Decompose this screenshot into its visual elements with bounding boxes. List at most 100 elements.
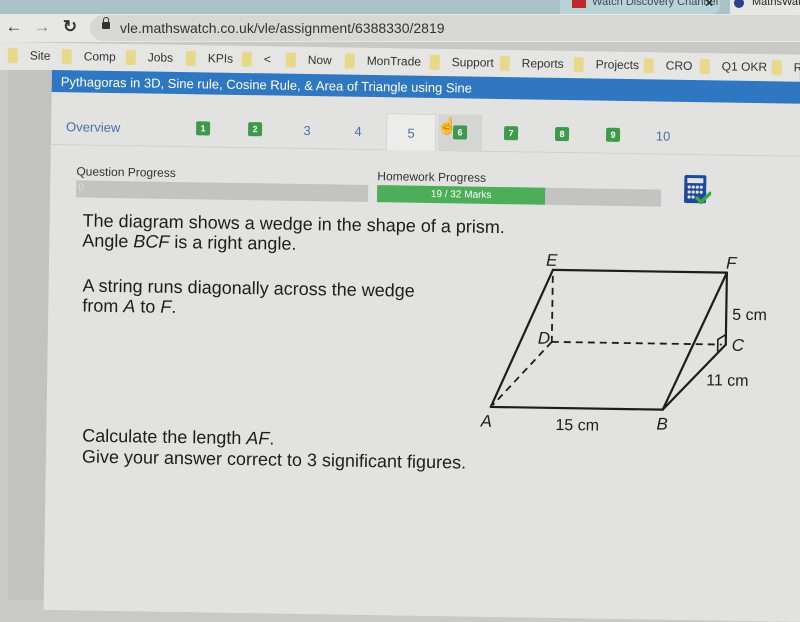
folder-icon	[499, 55, 510, 71]
homework-progress-bar: 19 / 32 Marks	[376, 185, 662, 207]
label-b: B	[656, 415, 668, 434]
question-completed-badge: 8	[554, 126, 570, 142]
bookmark-item[interactable]: <	[241, 50, 271, 68]
label-c: C	[732, 336, 745, 355]
question-tab-9[interactable]: 9	[591, 116, 636, 153]
bookmark-label: Support	[451, 55, 494, 70]
bookmark-label: KPIs	[207, 51, 234, 66]
question-tab-3[interactable]: 3	[285, 112, 330, 149]
question-completed-badge: 9	[605, 127, 621, 142]
bookmark-label: Projects	[595, 57, 640, 73]
edge-dc-hidden	[551, 340, 722, 346]
tab-title: Watch Discovery Channel	[592, 0, 719, 8]
bookmark-label: Jobs	[147, 50, 174, 65]
assignment-page: Pythagoras in 3D, Sine rule, Cosine Rule…	[43, 70, 800, 622]
text: .	[171, 296, 177, 317]
edge-ed-hidden	[550, 275, 554, 342]
lock-icon[interactable]	[102, 17, 110, 29]
bookmark-item[interactable]: Reports	[499, 54, 564, 73]
bookmark-label: <	[263, 52, 271, 67]
discovery-favicon-icon	[572, 0, 586, 8]
homework-progress-label: Homework Progress	[377, 169, 487, 185]
bookmark-item[interactable]: Jobs	[125, 48, 174, 67]
question-tab-4[interactable]: 4	[336, 112, 381, 149]
edge-ab	[489, 405, 664, 411]
homework-progress-value: 19 / 32 Marks	[430, 188, 492, 201]
question-tab-5[interactable]: 5	[385, 113, 437, 152]
segment-name: AF	[246, 428, 270, 449]
assignment-title: Pythagoras in 3D, Sine rule, Cosine Rule…	[60, 74, 473, 96]
label-f: F	[726, 254, 738, 273]
text: from	[82, 295, 124, 317]
question-number: 10	[655, 127, 671, 144]
label-e: E	[546, 251, 558, 270]
question-progress-label: Question Progress	[76, 164, 176, 180]
bookmark-item[interactable]: Site	[7, 46, 51, 65]
label-a: A	[480, 412, 492, 431]
browser-tab-mathswatch[interactable]: MathsWatch	[730, 0, 800, 14]
calculator-allowed-icon[interactable]	[683, 174, 712, 206]
folder-icon	[699, 58, 710, 74]
question-tab-10[interactable]: 10	[641, 117, 686, 154]
text: Calculate the length	[82, 425, 247, 449]
question-tab-1[interactable]: 1	[181, 110, 226, 147]
text: to	[135, 296, 161, 317]
angle-name: BCF	[133, 231, 170, 252]
bookmark-item[interactable]: Ro	[771, 58, 800, 77]
browser-toolbar: ← → ↻ vle.mathswatch.co.uk/vle/assignmen…	[0, 14, 800, 42]
label-d: D	[538, 329, 551, 348]
folder-icon	[61, 48, 72, 64]
bookmark-label: Comp	[83, 49, 116, 64]
edge-ef	[551, 268, 729, 274]
reload-icon[interactable]: ↻	[60, 17, 80, 37]
folder-icon	[7, 47, 18, 63]
question-number: 4	[354, 123, 362, 139]
tab-overview[interactable]: Overview	[66, 108, 127, 145]
bookmark-label: Ro	[793, 60, 800, 75]
url-text[interactable]: vle.mathswatch.co.uk/vle/assignment/6388…	[120, 20, 445, 36]
question-tab-2[interactable]: 2	[233, 111, 278, 148]
folder-icon	[285, 51, 296, 68]
bookmark-label: Now	[307, 52, 332, 68]
bookmark-item[interactable]: Q1 OKR	[699, 57, 768, 76]
folder-icon	[429, 54, 440, 70]
question-line-6: Give your answer correct to 3 significan…	[81, 446, 467, 473]
question-number: 5	[407, 125, 415, 141]
forward-arrow-icon[interactable]: →	[32, 17, 52, 37]
back-arrow-icon[interactable]: ←	[4, 17, 24, 37]
length-bc: 11 cm	[706, 372, 749, 390]
question-completed-badge: 7	[503, 126, 519, 141]
text: is a right angle.	[169, 231, 297, 254]
bookmark-item[interactable]: Now	[285, 50, 332, 69]
folder-icon	[771, 59, 782, 75]
length-ab: 15 cm	[555, 417, 599, 435]
bookmark-label: Reports	[521, 56, 564, 71]
browser-tab-strip: Watch Discovery Channel ✕ MathsWatch	[0, 0, 800, 14]
close-icon[interactable]: ✕	[704, 0, 714, 10]
question-tab-7[interactable]: 7	[489, 115, 534, 152]
bookmark-item[interactable]: Comp	[61, 47, 116, 66]
bookmark-item[interactable]: MonTrade	[344, 51, 422, 70]
edge-ad-hidden	[492, 341, 553, 406]
folder-icon	[573, 56, 584, 72]
bookmark-item[interactable]: KPIs	[185, 49, 234, 68]
question-number: 3	[303, 122, 311, 138]
address-bar[interactable]: vle.mathswatch.co.uk/vle/assignment/6388…	[90, 15, 800, 41]
bookmark-label: CRO	[665, 58, 693, 73]
question-tab-8[interactable]: 8	[540, 116, 585, 153]
bookmark-item[interactable]: Projects	[573, 55, 640, 74]
bookmark-item[interactable]: Support	[429, 53, 494, 72]
folder-icon	[125, 49, 136, 65]
tab-title: MathsWatch	[752, 0, 800, 8]
mathswatch-favicon-icon	[734, 0, 744, 8]
text: Angle	[82, 230, 134, 252]
homework-progress-fill: 19 / 32 Marks	[376, 185, 546, 205]
browser-tab-discovery[interactable]: Watch Discovery Channel ✕	[560, 0, 720, 14]
wedge-prism-diagram: A B C D E F 15 cm 11 cm 5 cm	[480, 251, 767, 435]
question-progress-bar: 0	[76, 180, 369, 202]
bookmark-item[interactable]: CRO	[643, 56, 693, 75]
length-cf: 5 cm	[732, 307, 767, 325]
folder-icon	[643, 57, 654, 73]
point-f: F	[160, 296, 172, 317]
question-navigation: Overview 1 2 3 4 5 6 7 8 9 10	[50, 107, 800, 157]
